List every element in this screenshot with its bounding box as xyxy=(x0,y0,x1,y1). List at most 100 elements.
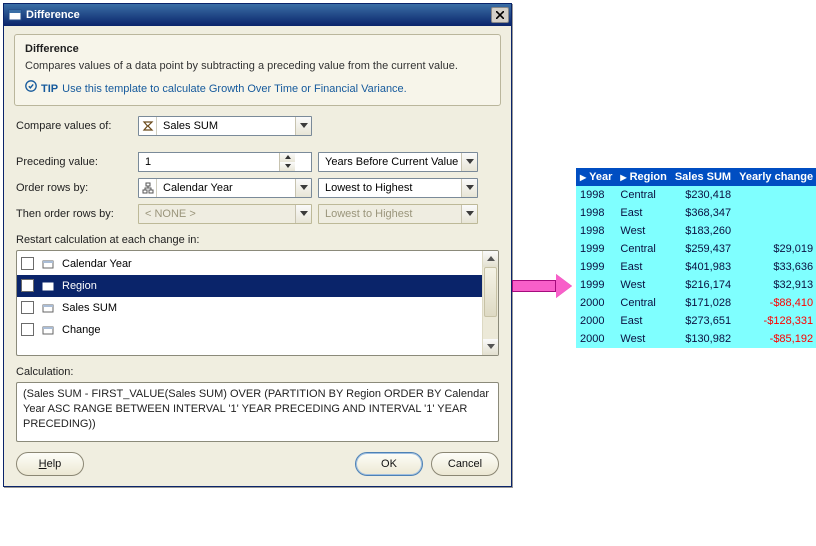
row-order: Order rows by: Calendar Year Lowest to H… xyxy=(16,178,499,198)
form-area: Compare values of: Sales SUM Preceding v… xyxy=(14,114,501,476)
scrollbar-track[interactable] xyxy=(483,267,498,339)
restart-items: Calendar Year ✔RegionSales SUMChange xyxy=(17,251,482,355)
checkbox[interactable]: ✔ xyxy=(21,279,34,292)
app-icon xyxy=(8,8,22,22)
list-item[interactable]: Change xyxy=(17,319,482,341)
difference-dialog: Difference Difference Compares values of… xyxy=(3,3,512,487)
spinner-down-icon[interactable] xyxy=(280,162,295,171)
dialog-body: Difference Compares values of a data poi… xyxy=(4,26,511,486)
table-cell: 2000 xyxy=(576,312,616,330)
hierarchy-icon xyxy=(139,179,157,197)
table-cell xyxy=(735,222,816,240)
row-preceding: Preceding value: 1 Years Before Current … xyxy=(16,152,499,172)
window-title: Difference xyxy=(26,9,491,21)
item-icon xyxy=(40,300,56,316)
chevron-down-icon[interactable] xyxy=(295,205,311,223)
checkbox[interactable] xyxy=(21,301,34,314)
preceding-unit-select[interactable]: Years Before Current Value xyxy=(318,152,478,172)
list-item[interactable]: Sales SUM xyxy=(17,297,482,319)
scrollbar-thumb[interactable] xyxy=(484,267,497,317)
table-cell: $29,019 xyxy=(735,240,816,258)
table-cell: $216,174 xyxy=(671,276,735,294)
table-cell: 1999 xyxy=(576,276,616,294)
table-row: 2000East$273,651-$128,331 xyxy=(576,312,816,330)
order-direction: Lowest to Highest xyxy=(319,182,461,194)
table-row: 1998East$368,347 xyxy=(576,204,816,222)
header-region[interactable]: ▶Region xyxy=(616,168,670,186)
checkbox[interactable] xyxy=(21,257,34,270)
panel-description: Compares values of a data point by subtr… xyxy=(25,59,490,74)
table-cell: 1999 xyxy=(576,240,616,258)
scrollbar[interactable] xyxy=(482,251,498,355)
table-cell: East xyxy=(616,312,670,330)
header-sales[interactable]: Sales SUM xyxy=(671,168,735,186)
table-cell: West xyxy=(616,330,670,348)
restart-section: Restart calculation at each change in: C… xyxy=(16,234,499,356)
table-cell: 2000 xyxy=(576,294,616,312)
table-cell: $259,437 xyxy=(671,240,735,258)
spinner-up-icon[interactable] xyxy=(280,153,295,162)
label-preceding: Preceding value: xyxy=(16,156,132,168)
tip-text: Use this template to calculate Growth Ov… xyxy=(62,83,407,95)
table-cell: $171,028 xyxy=(671,294,735,312)
chevron-down-icon[interactable] xyxy=(461,153,477,171)
chevron-down-icon[interactable] xyxy=(295,179,311,197)
label-compare: Compare values of: xyxy=(16,120,132,132)
button-row: Help OK Cancel xyxy=(16,452,499,476)
table-cell: 1998 xyxy=(576,222,616,240)
order-by-select[interactable]: Calendar Year xyxy=(138,178,312,198)
preceding-spinner[interactable]: 1 xyxy=(138,152,312,172)
table-cell: Central xyxy=(616,240,670,258)
list-item[interactable]: ✔Region xyxy=(17,275,482,297)
list-item-label: Calendar Year xyxy=(62,258,132,270)
table-cell: $401,983 xyxy=(671,258,735,276)
header-year[interactable]: ▶Year xyxy=(576,168,616,186)
table-cell: $130,982 xyxy=(671,330,735,348)
list-item[interactable]: Calendar Year xyxy=(17,253,482,275)
compare-select[interactable]: Sales SUM xyxy=(138,116,312,136)
table-cell: West xyxy=(616,276,670,294)
table-cell: Central xyxy=(616,186,670,204)
tip-icon xyxy=(25,80,37,92)
table-cell: $32,913 xyxy=(735,276,816,294)
table-cell: 1998 xyxy=(576,204,616,222)
table-cell: 1999 xyxy=(576,258,616,276)
preceding-unit: Years Before Current Value xyxy=(319,156,461,168)
table-cell: $368,347 xyxy=(671,204,735,222)
arrow-icon xyxy=(512,274,572,298)
calc-textbox[interactable]: (Sales SUM - FIRST_VALUE(Sales SUM) OVER… xyxy=(16,382,499,442)
table-row: 2000West$130,982-$85,192 xyxy=(576,330,816,348)
table-cell: $273,651 xyxy=(671,312,735,330)
title-bar[interactable]: Difference xyxy=(4,4,511,26)
close-button[interactable] xyxy=(491,7,509,23)
tip-label: TIP xyxy=(41,83,58,95)
ok-button[interactable]: OK xyxy=(355,452,423,476)
table-cell: East xyxy=(616,258,670,276)
order-direction-select[interactable]: Lowest to Highest xyxy=(318,178,478,198)
table-cell: $230,418 xyxy=(671,186,735,204)
scrollbar-down-icon[interactable] xyxy=(483,339,498,355)
chevron-down-icon[interactable] xyxy=(461,179,477,197)
header-change[interactable]: Yearly change xyxy=(735,168,816,186)
checkbox[interactable] xyxy=(21,323,34,336)
description-panel: Difference Compares values of a data poi… xyxy=(14,34,501,106)
help-button[interactable]: Help xyxy=(16,452,84,476)
chevron-down-icon[interactable] xyxy=(295,117,311,135)
item-icon xyxy=(40,322,56,338)
label-then-order: Then order rows by: xyxy=(16,208,132,220)
scrollbar-up-icon[interactable] xyxy=(483,251,498,267)
cancel-button[interactable]: Cancel xyxy=(431,452,499,476)
table-cell: West xyxy=(616,222,670,240)
then-order-select[interactable]: < NONE > xyxy=(138,204,312,224)
table-cell: Central xyxy=(616,294,670,312)
compare-value: Sales SUM xyxy=(157,120,295,132)
preceding-value: 1 xyxy=(139,156,279,168)
row-then-order: Then order rows by: < NONE > Lowest to H… xyxy=(16,204,499,224)
table-cell: 1998 xyxy=(576,186,616,204)
restart-listbox[interactable]: Calendar Year ✔RegionSales SUMChange xyxy=(16,250,499,356)
tip-row: TIP Use this template to calculate Growt… xyxy=(25,80,490,95)
label-order: Order rows by: xyxy=(16,182,132,194)
row-compare: Compare values of: Sales SUM xyxy=(16,116,499,136)
then-order-value: < NONE > xyxy=(139,208,295,220)
table-row: 1998West$183,260 xyxy=(576,222,816,240)
